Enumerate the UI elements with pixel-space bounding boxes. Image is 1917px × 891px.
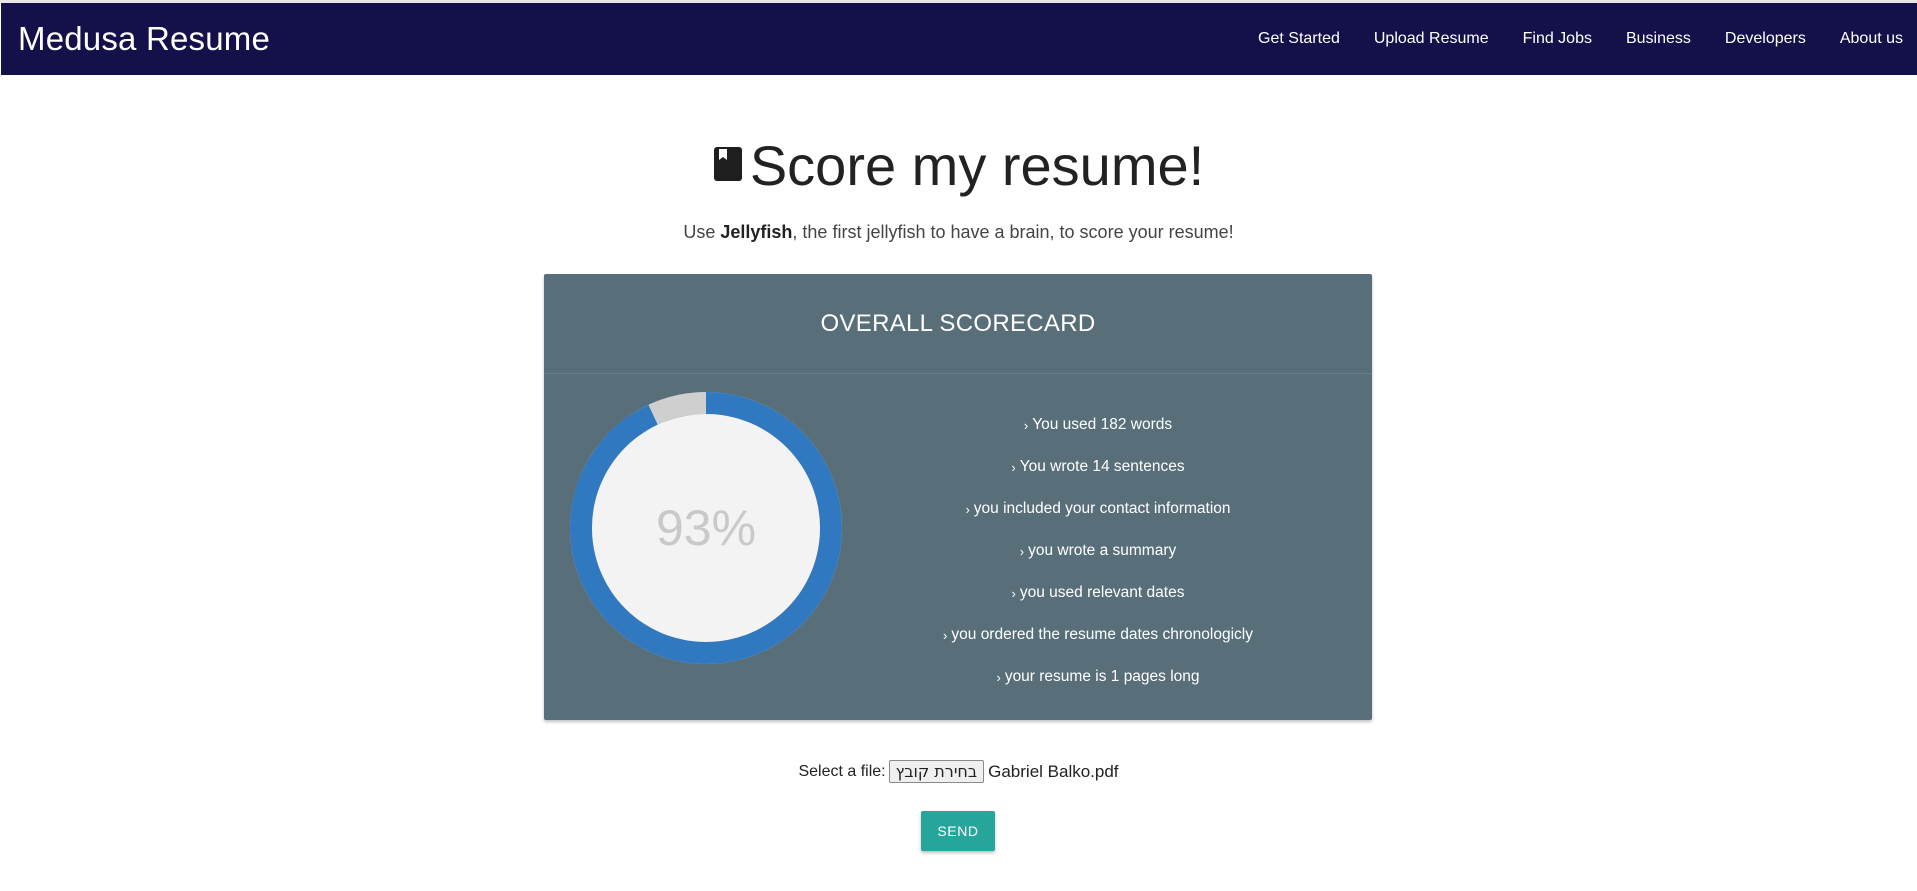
brand-logo[interactable]: Medusa Resume xyxy=(18,19,270,59)
file-upload-row: Select a file: בחירת קובץ Gabriel Balko.… xyxy=(0,760,1917,783)
chevron-right-icon: › xyxy=(943,627,948,643)
subtitle-suffix: , the first jellyfish to have a brain, t… xyxy=(792,222,1234,242)
send-button[interactable]: SEND xyxy=(921,811,995,851)
list-item: › You wrote 14 sentences xyxy=(906,446,1290,488)
chevron-right-icon: › xyxy=(1023,417,1029,433)
subtitle-prefix: Use xyxy=(683,222,721,242)
list-item-text: you wrote a summary xyxy=(1028,542,1177,559)
list-item-text: You used 182 words xyxy=(1032,416,1173,433)
chevron-right-icon: › xyxy=(1011,585,1016,601)
nav-business[interactable]: Business xyxy=(1626,30,1691,48)
list-item: › you used relevant dates xyxy=(906,572,1290,614)
book-icon xyxy=(713,147,742,181)
chevron-right-icon: › xyxy=(996,669,1001,685)
page-subtitle: Use Jellyfish, the first jellyfish to ha… xyxy=(0,222,1917,243)
score-details-list: › You used 182 words › You wrote 14 senten… xyxy=(906,404,1290,698)
list-item: › you ordered the resume dates chronologi… xyxy=(906,614,1290,656)
chevron-right-icon: › xyxy=(965,501,970,517)
page-title: Score my resume! xyxy=(749,134,1205,197)
list-item: › your resume is 1 pages long xyxy=(906,656,1290,698)
choose-file-button[interactable]: בחירת קובץ xyxy=(888,760,985,783)
nav-find-jobs[interactable]: Find Jobs xyxy=(1523,30,1592,48)
nav-developers[interactable]: Developers xyxy=(1725,30,1806,48)
list-item: › you wrote a summary xyxy=(906,530,1290,572)
subtitle-brand: Jellyfish xyxy=(720,222,793,242)
scorecard-title: OVERALL SCORECARD xyxy=(544,274,1372,374)
navbar: Medusa Resume Get Started Upload Resume … xyxy=(1,3,1917,75)
list-item-text: you ordered the resume dates chronologic… xyxy=(951,626,1253,643)
list-item: › you included your contact information xyxy=(906,488,1290,530)
list-item: › You used 182 words xyxy=(906,404,1290,446)
nav-links: Get Started Upload Resume Find Jobs Busi… xyxy=(1224,3,1903,75)
list-item-text: you used relevant dates xyxy=(1019,584,1185,601)
nav-about-us[interactable]: About us xyxy=(1840,30,1903,48)
list-item-text: your resume is 1 pages long xyxy=(1004,668,1200,685)
nav-upload-resume[interactable]: Upload Resume xyxy=(1374,30,1489,48)
nav-get-started[interactable]: Get Started xyxy=(1258,30,1340,48)
selected-file-name: Gabriel Balko.pdf xyxy=(988,761,1119,781)
chevron-right-icon: › xyxy=(1019,543,1025,559)
scorecard-card: OVERALL SCORECARD 93% › You used 182 word… xyxy=(544,274,1372,720)
list-item-text: you included your contact information xyxy=(973,500,1231,517)
score-percentage: 93% xyxy=(655,500,757,556)
page-title-row: Score my resume! xyxy=(0,128,1917,204)
file-label: Select a file: xyxy=(798,762,886,780)
chevron-right-icon: › xyxy=(1011,459,1016,475)
list-item-text: You wrote 14 sentences xyxy=(1019,458,1185,475)
